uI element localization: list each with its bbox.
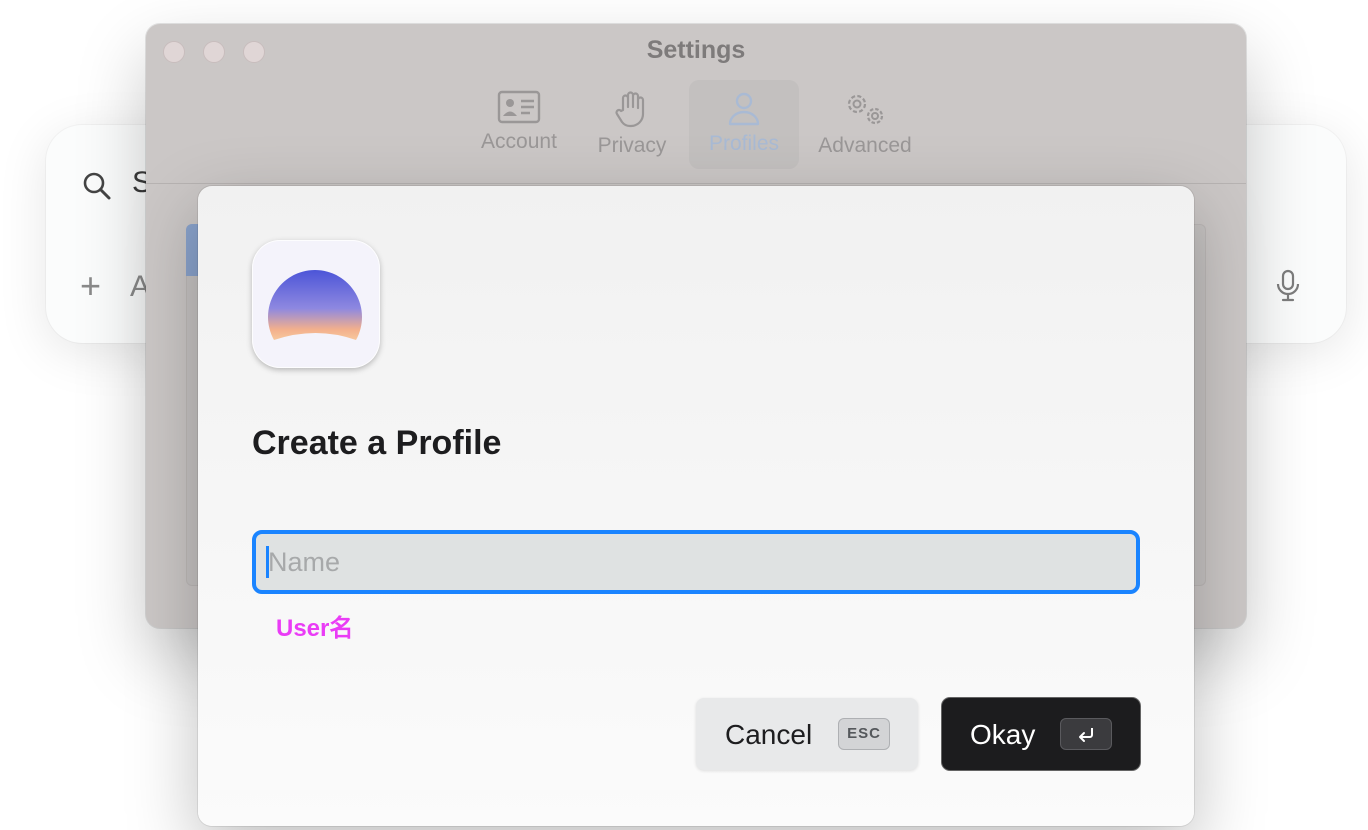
microphone-icon[interactable] — [1272, 268, 1304, 304]
settings-tab-bar: Account Privacy Profiles Advanced — [146, 80, 1246, 185]
person-icon — [728, 92, 760, 126]
return-key-icon — [1060, 718, 1112, 750]
settings-window-title: Settings — [646, 36, 746, 64]
profile-name-input[interactable] — [252, 530, 1140, 594]
okay-button[interactable]: Okay — [942, 698, 1140, 770]
contact-card-icon — [497, 90, 541, 124]
tab-profiles-label: Profiles — [708, 132, 780, 155]
settings-divider — [146, 183, 1246, 184]
search-icon — [83, 172, 111, 200]
tab-account[interactable]: Account — [466, 80, 572, 169]
tab-advanced-label: Advanced — [818, 134, 912, 157]
create-profile-dialog: Create a Profile User名 Cancel ESC Okay — [198, 186, 1194, 826]
okay-button-label: Okay — [970, 719, 1036, 750]
dialog-title: Create a Profile — [252, 424, 502, 462]
input-annotation: User名 — [276, 615, 354, 642]
tab-advanced[interactable]: Advanced — [810, 80, 920, 169]
plus-icon[interactable]: + — [80, 268, 101, 304]
gears-icon — [847, 94, 884, 125]
escape-shortcut-badge: ESC — [838, 718, 890, 750]
hand-icon — [615, 91, 645, 128]
tab-profiles[interactable]: Profiles — [689, 80, 799, 169]
tab-account-label: Account — [481, 130, 557, 153]
tab-privacy[interactable]: Privacy — [586, 80, 678, 169]
tab-privacy-label: Privacy — [597, 134, 667, 157]
text-caret — [266, 546, 269, 578]
app-logo-icon — [252, 240, 380, 368]
cancel-button-label: Cancel — [725, 719, 813, 750]
profiles-list-selection — [186, 224, 198, 276]
cancel-button[interactable]: Cancel ESC — [696, 698, 918, 770]
screen: S + A Settings Account Privacy Profiles … — [0, 0, 1368, 830]
